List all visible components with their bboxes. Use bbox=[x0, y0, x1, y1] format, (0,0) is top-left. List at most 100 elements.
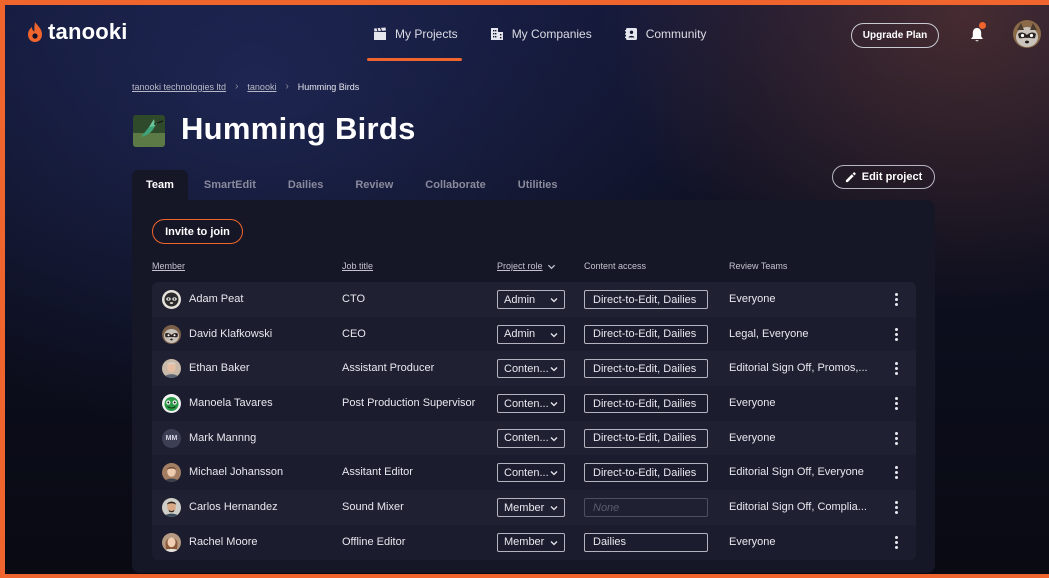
member-job-title: Assistant Producer bbox=[342, 362, 435, 375]
breadcrumb-link-company[interactable]: tanooki technologies ltd bbox=[132, 82, 226, 92]
nav-my-companies[interactable]: My Companies bbox=[490, 23, 592, 45]
tab-collaborate[interactable]: Collaborate bbox=[409, 170, 502, 200]
nav-my-projects[interactable]: My Projects bbox=[367, 23, 462, 61]
project-role-value: Member bbox=[504, 536, 545, 549]
nav-label: My Projects bbox=[395, 27, 458, 41]
content-access-value: Direct-to-Edit, Dailies bbox=[593, 466, 697, 479]
chevron-down-icon bbox=[547, 264, 555, 269]
project-role-value: Member bbox=[504, 501, 545, 514]
member-avatar bbox=[162, 463, 181, 483]
member-name: Michael Johansson bbox=[189, 466, 284, 479]
tab-review[interactable]: Review bbox=[339, 170, 409, 200]
tab-dailies[interactable]: Dailies bbox=[272, 170, 339, 200]
breadcrumb-link-team[interactable]: tanooki bbox=[247, 82, 276, 92]
chevron-down-icon bbox=[550, 436, 558, 442]
member-avatar bbox=[162, 290, 181, 309]
project-role-select[interactable]: Conten... bbox=[497, 428, 565, 448]
more-options-icon[interactable] bbox=[891, 535, 901, 549]
member-job-title: Post Production Supervisor bbox=[342, 397, 476, 410]
table-row: MM Mark Mannng Conten... Direct-to-Edit,… bbox=[152, 420, 916, 456]
edit-project-button[interactable]: Edit project bbox=[832, 165, 935, 189]
content-access-value: Direct-to-Edit, Dailies bbox=[593, 328, 697, 341]
member-job-title: CTO bbox=[342, 293, 366, 305]
member-name: Adam Peat bbox=[189, 293, 244, 305]
chevron-down-icon bbox=[550, 402, 558, 407]
chevron-down-icon bbox=[550, 471, 558, 476]
member-name: Manoela Tavares bbox=[189, 397, 273, 410]
chevron-right-icon: › bbox=[235, 81, 239, 92]
brand-logo[interactable]: tanooki bbox=[26, 19, 128, 45]
content-access-field[interactable]: Direct-to-Edit, Dailies bbox=[584, 428, 708, 448]
more-options-icon[interactable] bbox=[891, 501, 901, 515]
content-access-field[interactable]: None bbox=[584, 498, 708, 518]
top-nav-bar: tanooki My Projects My Companies Communi… bbox=[5, 5, 1049, 63]
project-role-select[interactable]: Conten... bbox=[497, 359, 565, 379]
page-title: Humming Birds bbox=[181, 111, 416, 146]
member-avatar bbox=[162, 394, 181, 414]
tab-team[interactable]: Team bbox=[132, 170, 188, 200]
project-role-value: Conten... bbox=[504, 397, 549, 410]
tab-utilities[interactable]: Utilities bbox=[502, 170, 574, 200]
column-header-content-access: Content access bbox=[584, 261, 647, 271]
content-access-value: Direct-to-Edit, Dailies bbox=[593, 362, 697, 375]
content-access-value: Direct-to-Edit, Dailies bbox=[593, 293, 697, 306]
review-teams: Everyone bbox=[729, 293, 776, 305]
more-options-icon[interactable] bbox=[891, 466, 901, 480]
project-role-select[interactable]: Member bbox=[497, 498, 565, 518]
chevron-down-icon bbox=[550, 506, 558, 511]
nav-community[interactable]: Community bbox=[624, 23, 707, 45]
bell-icon[interactable] bbox=[970, 27, 984, 43]
raccoon-avatar-icon bbox=[1013, 20, 1041, 48]
member-name: Rachel Moore bbox=[189, 535, 258, 548]
member-avatar: MM bbox=[162, 428, 181, 448]
more-options-icon[interactable] bbox=[891, 362, 901, 376]
column-header-member[interactable]: Member bbox=[152, 261, 185, 271]
member-name: Mark Mannng bbox=[189, 431, 257, 444]
project-role-value: Conten... bbox=[504, 432, 549, 445]
project-role-select[interactable]: Admin bbox=[497, 290, 565, 309]
column-header-job-title[interactable]: Job title bbox=[342, 261, 373, 271]
more-options-icon[interactable] bbox=[891, 431, 901, 445]
member-avatar bbox=[162, 359, 181, 379]
content-access-value: None bbox=[593, 501, 620, 514]
user-avatar[interactable] bbox=[1013, 20, 1041, 48]
content-access-field[interactable]: Direct-to-Edit, Dailies bbox=[584, 394, 708, 414]
member-avatar bbox=[162, 532, 181, 552]
more-options-icon[interactable] bbox=[891, 327, 901, 341]
review-teams: Everyone bbox=[729, 397, 776, 410]
project-role-select[interactable]: Member bbox=[497, 532, 565, 552]
review-teams: Legal, Everyone bbox=[729, 327, 809, 340]
member-table: Adam Peat CTO Admin Direct-to-Edit, Dail… bbox=[152, 282, 916, 560]
project-tabs: Team SmartEdit Dailies Review Collaborat… bbox=[132, 170, 574, 200]
content-access-field[interactable]: Direct-to-Edit, Dailies bbox=[584, 290, 708, 309]
edit-project-label: Edit project bbox=[861, 171, 923, 183]
nav-label: Community bbox=[645, 27, 707, 41]
member-name: Ethan Baker bbox=[189, 362, 250, 375]
table-row: Ethan Baker Assistant Producer Conten...… bbox=[152, 351, 916, 387]
main-nav: My Projects My Companies Community bbox=[367, 23, 707, 61]
project-role-select[interactable]: Admin bbox=[497, 324, 565, 344]
project-role-select[interactable]: Conten... bbox=[497, 394, 565, 414]
member-avatar bbox=[162, 324, 181, 344]
upgrade-plan-button[interactable]: Upgrade Plan bbox=[851, 23, 939, 48]
column-header-project-role[interactable]: Project role bbox=[497, 261, 556, 271]
member-name: Carlos Hernandez bbox=[189, 501, 278, 514]
review-teams: Editorial Sign Off, Promos,... bbox=[729, 362, 868, 375]
member-name: David Klafkowski bbox=[189, 327, 273, 340]
chevron-down-icon bbox=[550, 298, 558, 303]
project-role-select[interactable]: Conten... bbox=[497, 463, 565, 483]
invite-to-join-button[interactable]: Invite to join bbox=[152, 219, 243, 244]
tab-smartedit[interactable]: SmartEdit bbox=[188, 170, 272, 200]
chevron-down-icon bbox=[550, 540, 558, 546]
brand-name: tanooki bbox=[48, 19, 128, 44]
content-access-field[interactable]: Direct-to-Edit, Dailies bbox=[584, 359, 708, 379]
project-role-value: Conten... bbox=[504, 466, 549, 479]
content-access-field[interactable]: Direct-to-Edit, Dailies bbox=[584, 463, 708, 483]
content-access-field[interactable]: Dailies bbox=[584, 532, 708, 552]
more-options-icon[interactable] bbox=[891, 397, 901, 411]
column-header-review-teams: Review Teams bbox=[729, 261, 788, 271]
project-role-value: Admin bbox=[504, 293, 536, 306]
content-access-field[interactable]: Direct-to-Edit, Dailies bbox=[584, 324, 708, 344]
more-options-icon[interactable] bbox=[891, 293, 901, 306]
project-role-value: Admin bbox=[504, 328, 536, 341]
